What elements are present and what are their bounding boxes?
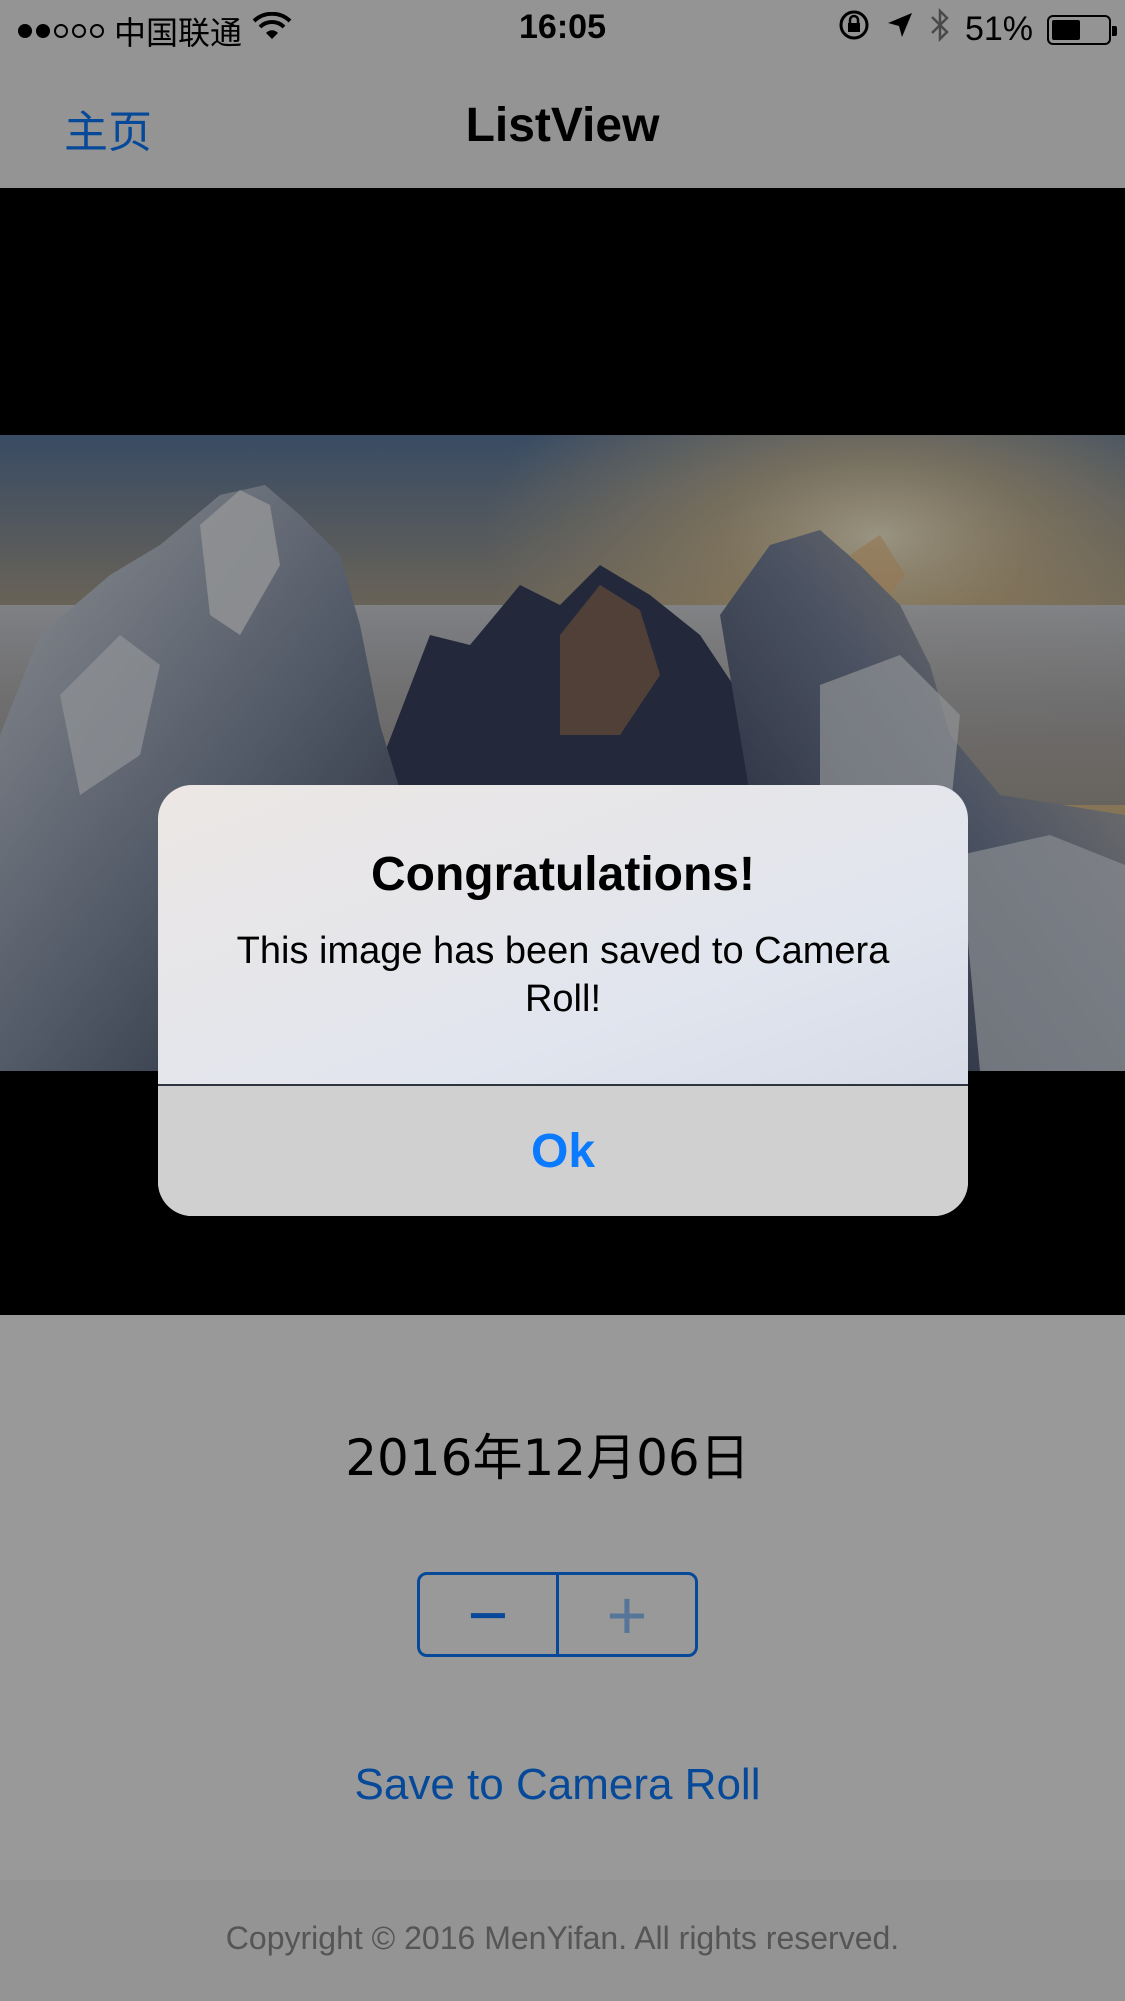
app-screen: 中国联通 16:05 51% 主页 ListView 2016年12月06日 −… [0, 0, 1125, 2001]
alert-message: This image has been saved to Camera Roll… [236, 930, 890, 1020]
alert-ok-button[interactable]: Ok [158, 1086, 968, 1216]
alert-title: Congratulations! [371, 848, 755, 901]
alert-dialog: Congratulations! This image has been sav… [158, 785, 968, 1216]
